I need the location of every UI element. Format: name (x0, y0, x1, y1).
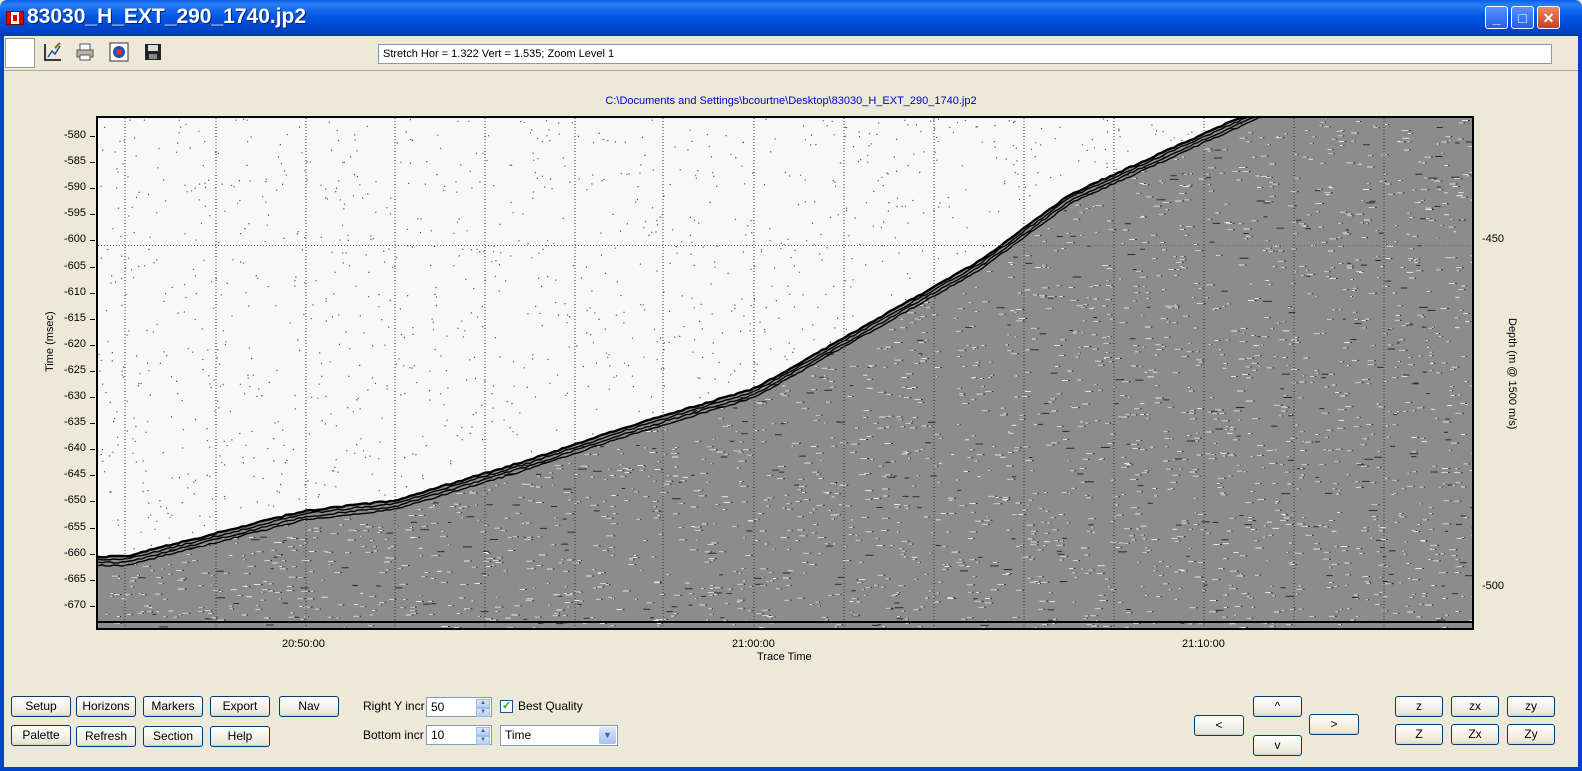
y-tick (90, 579, 95, 581)
axis-mode-select[interactable]: Time ▼ (500, 725, 618, 746)
pan-left-button[interactable]: < (1194, 715, 1244, 736)
y-tick (90, 240, 95, 242)
y-tick-label: -660 (64, 546, 87, 559)
export-button[interactable]: Export (210, 696, 270, 717)
x-axis-title: Trace Time (757, 651, 812, 663)
y-tick (90, 527, 95, 529)
y-axis-title: Time (msec) (44, 311, 56, 372)
y-tick-label: -580 (64, 129, 87, 141)
help-button[interactable]: Help (210, 726, 270, 747)
x-tick-label: 21:00:00 (732, 638, 775, 650)
y-tick-label: -640 (64, 442, 87, 455)
y-tick-label: -625 (64, 363, 87, 376)
y-tick (90, 475, 95, 477)
x-tick-label: 20:50:00 (282, 638, 325, 650)
stretch-zoom-status: Stretch Hor = 1.322 Vert = 1.535; Zoom L… (378, 44, 1552, 64)
window-title: 83030_H_EXT_290_1740.jp2 (27, 5, 307, 28)
bottom-incr-input[interactable] (429, 727, 475, 743)
nav-button[interactable]: Nav (279, 696, 339, 717)
zoom-z-big-button[interactable]: Z (1395, 724, 1443, 745)
y-tick-label: -595 (64, 207, 87, 220)
y-tick (90, 266, 95, 268)
pan-down-button[interactable]: v (1253, 735, 1302, 756)
y-tick (90, 214, 95, 216)
y-tick-label: -610 (64, 285, 87, 298)
spin-up-icon[interactable]: ▲ (476, 699, 490, 708)
zoom-zx-big-button[interactable]: Zx (1451, 724, 1499, 745)
y-right-tick-label: -450 (1482, 233, 1505, 245)
refresh-button[interactable]: Refresh (76, 726, 136, 747)
spin-down-icon[interactable]: ▼ (476, 736, 490, 745)
bottom-incr-stepper[interactable]: ▲▼ (426, 725, 492, 745)
y-tick-label: -600 (64, 233, 87, 246)
print-icon[interactable] (75, 42, 95, 62)
y-right-axis-title: Depth (m @ 1500 m/s) (1506, 318, 1518, 430)
right-y-incr-label: Right Y incr (363, 699, 425, 713)
y-tick (90, 344, 95, 346)
maximize-button[interactable]: □ (1511, 6, 1534, 29)
seismic-image (98, 118, 1472, 628)
best-quality-label: Best Quality (518, 699, 583, 713)
canada-flag-icon (6, 11, 24, 25)
right-y-incr-input[interactable] (429, 699, 475, 715)
blank-tool-slot[interactable] (5, 38, 35, 68)
best-quality-checkbox[interactable]: ✓ (500, 700, 513, 713)
spin-down-icon[interactable]: ▼ (476, 708, 490, 717)
y-tick-label: -635 (64, 416, 87, 429)
palette-button[interactable]: Palette (11, 725, 71, 746)
horizons-button[interactable]: Horizons (76, 696, 136, 717)
seismic-profile-plot[interactable] (96, 116, 1474, 630)
palette-image-icon[interactable] (109, 42, 129, 62)
y-tick-label: -590 (64, 181, 87, 194)
y-tick-label: -670 (64, 598, 87, 611)
y-tick (90, 318, 95, 320)
zoom-zy-small-button[interactable]: zy (1507, 696, 1555, 717)
y-tick (90, 605, 95, 607)
y-tick (90, 397, 95, 398)
bottom-incr-label: Bottom incr (363, 728, 424, 742)
y-tick-label: -655 (64, 520, 87, 533)
y-tick-label: -615 (64, 311, 87, 324)
pan-up-button[interactable]: ^ (1253, 696, 1302, 717)
close-button[interactable]: ✕ (1537, 6, 1560, 29)
x-tick-label: 21:10:00 (1182, 638, 1225, 650)
y-tick-label: -645 (64, 468, 87, 481)
zoom-zx-small-button[interactable]: zx (1451, 696, 1499, 717)
y-tick (90, 449, 95, 451)
y-tick (90, 136, 95, 137)
spin-up-icon[interactable]: ▲ (476, 727, 490, 736)
y-tick-label: -605 (64, 259, 87, 272)
axis-mode-value: Time (505, 728, 532, 742)
minimize-button[interactable]: _ (1485, 6, 1508, 29)
y-tick-label: -620 (64, 337, 87, 350)
title-bar[interactable]: 83030_H_EXT_290_1740.jp2 _ □ ✕ (0, 0, 1582, 36)
zoom-z-small-button[interactable]: z (1395, 696, 1443, 717)
y-tick (90, 188, 95, 190)
y-tick (90, 370, 95, 372)
markers-button[interactable]: Markers (143, 696, 203, 717)
y-tick (90, 501, 95, 503)
save-icon[interactable] (143, 42, 163, 62)
y-tick (90, 553, 95, 555)
right-y-incr-stepper[interactable]: ▲▼ (426, 697, 492, 717)
plot-file-path: C:\Documents and Settings\bcourtne\Deskt… (605, 95, 977, 107)
y-tick-label: -665 (64, 572, 87, 585)
pan-right-button[interactable]: > (1309, 714, 1359, 735)
y-tick (90, 162, 95, 164)
setup-button[interactable]: Setup (11, 696, 71, 717)
chevron-down-icon[interactable]: ▼ (599, 727, 616, 744)
y-tick (90, 292, 95, 294)
y-tick (90, 423, 95, 425)
y-tick-label: -630 (64, 390, 87, 402)
y-tick-label: -585 (64, 155, 87, 168)
chart-edit-icon[interactable] (43, 42, 63, 62)
zoom-zy-big-button[interactable]: Zy (1507, 724, 1555, 745)
section-button[interactable]: Section (143, 726, 203, 747)
y-right-tick-label: -500 (1482, 580, 1505, 592)
y-tick-label: -650 (64, 494, 87, 507)
